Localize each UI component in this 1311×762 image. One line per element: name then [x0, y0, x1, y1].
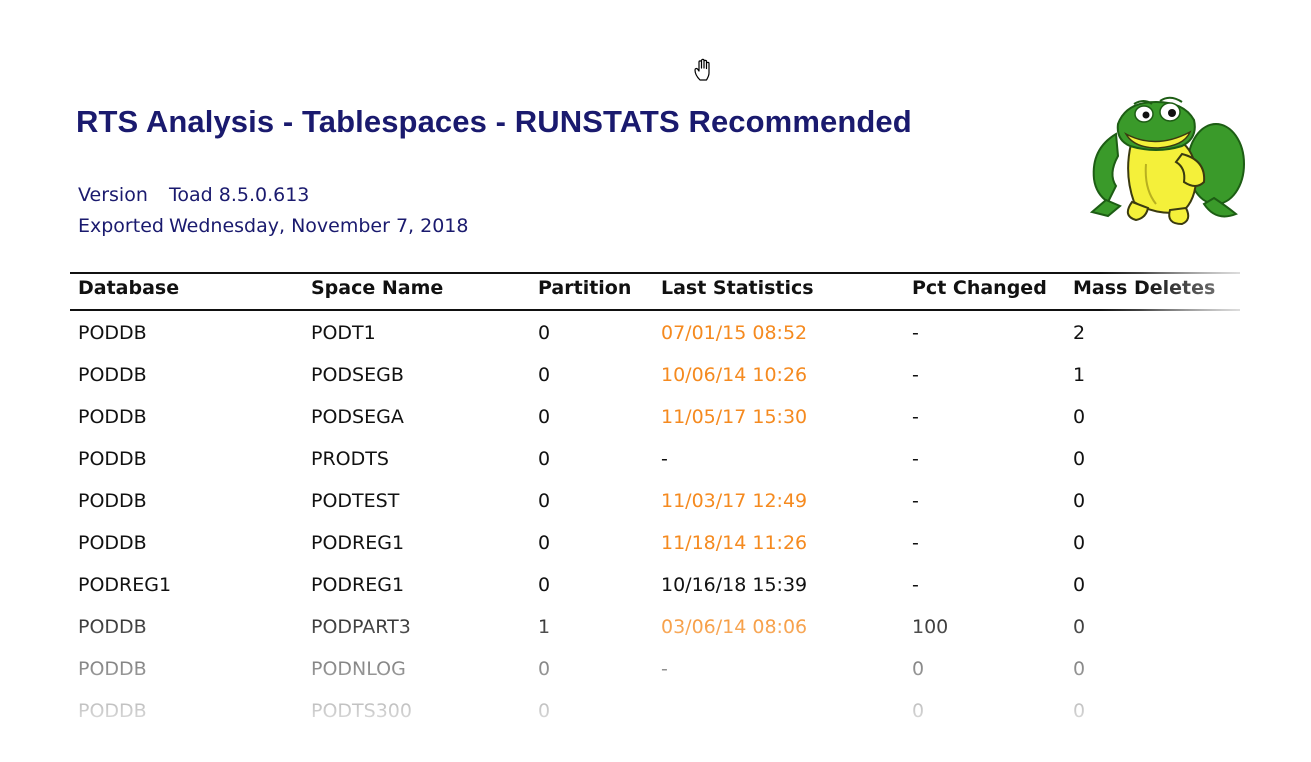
cell-pct-changed: 0 [912, 658, 925, 680]
table-row[interactable]: PODREG1 PODREG1 0 10/16/18 15:39 - 0 [70, 574, 1240, 616]
cell-last-statistics: 07/01/15 08:52 [661, 322, 808, 344]
cell-partition: 0 [538, 574, 551, 596]
cell-space-name: PODT1 [311, 322, 376, 344]
version-line: Version Toad 8.5.0.613 [78, 184, 309, 206]
cell-mass-deletes: 0 [1073, 658, 1086, 680]
cell-database: PODDB [78, 658, 147, 680]
cell-mass-deletes: 1 [1073, 364, 1086, 386]
cell-mass-deletes: 0 [1073, 616, 1086, 638]
cell-space-name: PODREG1 [311, 532, 405, 554]
cell-space-name: PODNLOG [311, 658, 406, 680]
cell-mass-deletes: 2 [1073, 322, 1086, 344]
table-header-rule [70, 309, 1240, 311]
table-top-rule [70, 272, 1240, 274]
cell-mass-deletes: 0 [1073, 406, 1086, 428]
cell-pct-changed: 100 [912, 616, 949, 638]
table-row[interactable]: PODDB PODTEST 0 11/03/17 12:49 - 0 [70, 490, 1240, 532]
cell-partition: 0 [538, 322, 551, 344]
cell-partition: 0 [538, 532, 551, 554]
cell-pct-changed: - [912, 322, 919, 344]
cell-partition: 1 [538, 616, 551, 638]
cell-mass-deletes: 0 [1073, 532, 1086, 554]
exported-line: Exported Wednesday, November 7, 2018 [78, 215, 468, 237]
cell-last-statistics: - [661, 658, 668, 680]
cell-database: PODDB [78, 448, 147, 470]
cell-pct-changed: - [912, 490, 919, 512]
version-label: Version [78, 184, 148, 206]
cell-last-statistics: 03/06/14 08:06 [661, 616, 808, 638]
cell-pct-changed: - [912, 532, 919, 554]
cell-space-name: PRODTS [311, 448, 389, 470]
hand-cursor-icon [694, 58, 710, 81]
table-row[interactable]: PODDB PODSEGB 0 10/06/14 10:26 - 1 [70, 364, 1240, 406]
table-row[interactable]: PODDB PODTS300 0 0 0 [70, 700, 1240, 742]
column-header-database[interactable]: Database [78, 277, 179, 299]
report-page: RTS Analysis - Tablespaces - RUNSTATS Re… [0, 0, 1311, 762]
cell-database: PODREG1 [78, 574, 172, 596]
toad-frog-logo-icon [1089, 96, 1245, 226]
cell-partition: 0 [538, 700, 551, 722]
cell-pct-changed: - [912, 364, 919, 386]
cell-mass-deletes: 0 [1073, 490, 1086, 512]
cell-partition: 0 [538, 490, 551, 512]
cell-mass-deletes: 0 [1073, 448, 1086, 470]
cell-space-name: PODSEGA [311, 406, 404, 428]
cell-last-statistics: 11/18/14 11:26 [661, 532, 808, 554]
cell-database: PODDB [78, 616, 147, 638]
report-title: RTS Analysis - Tablespaces - RUNSTATS Re… [76, 104, 912, 139]
column-header-pct-changed[interactable]: Pct Changed [912, 277, 1047, 299]
column-header-space-name[interactable]: Space Name [311, 277, 443, 299]
cell-space-name: PODSEGB [311, 364, 404, 386]
cell-last-statistics: 10/16/18 15:39 [661, 574, 808, 596]
cell-pct-changed: 0 [912, 700, 925, 722]
table-row[interactable]: PODDB PODREG1 0 11/18/14 11:26 - 0 [70, 532, 1240, 574]
cell-space-name: PODTEST [311, 490, 400, 512]
table-row[interactable]: PODDB PODNLOG 0 - 0 0 [70, 658, 1240, 700]
cell-database: PODDB [78, 322, 147, 344]
cell-space-name: PODTS300 [311, 700, 412, 722]
cell-partition: 0 [538, 448, 551, 470]
cell-database: PODDB [78, 490, 147, 512]
column-header-mass-deletes[interactable]: Mass Deletes [1073, 277, 1215, 299]
cell-last-statistics: 11/05/17 15:30 [661, 406, 808, 428]
cell-pct-changed: - [912, 574, 919, 596]
table-row[interactable]: PODDB PODT1 0 07/01/15 08:52 - 2 [70, 322, 1240, 364]
cell-database: PODDB [78, 700, 147, 722]
column-header-partition[interactable]: Partition [538, 277, 631, 299]
cell-database: PODDB [78, 406, 147, 428]
cell-pct-changed: - [912, 406, 919, 428]
cell-space-name: PODPART3 [311, 616, 411, 638]
table-row[interactable]: PODDB PODPART3 1 03/06/14 08:06 100 0 [70, 616, 1240, 658]
cell-space-name: PODREG1 [311, 574, 405, 596]
cell-pct-changed: - [912, 448, 919, 470]
version-value: Toad 8.5.0.613 [169, 184, 310, 206]
cell-last-statistics: 10/06/14 10:26 [661, 364, 808, 386]
cell-mass-deletes: 0 [1073, 574, 1086, 596]
cell-last-statistics: - [661, 448, 668, 470]
cell-last-statistics: 11/03/17 12:49 [661, 490, 808, 512]
table-row[interactable]: PODDB PRODTS 0 - - 0 [70, 448, 1240, 490]
cell-mass-deletes: 0 [1073, 700, 1086, 722]
exported-label: Exported [78, 215, 164, 237]
cell-partition: 0 [538, 406, 551, 428]
exported-value: Wednesday, November 7, 2018 [169, 215, 469, 237]
cell-database: PODDB [78, 364, 147, 386]
cell-database: PODDB [78, 532, 147, 554]
table-row[interactable]: PODDB PODSEGA 0 11/05/17 15:30 - 0 [70, 406, 1240, 448]
column-header-last-statistics[interactable]: Last Statistics [661, 277, 814, 299]
cell-partition: 0 [538, 364, 551, 386]
cell-partition: 0 [538, 658, 551, 680]
